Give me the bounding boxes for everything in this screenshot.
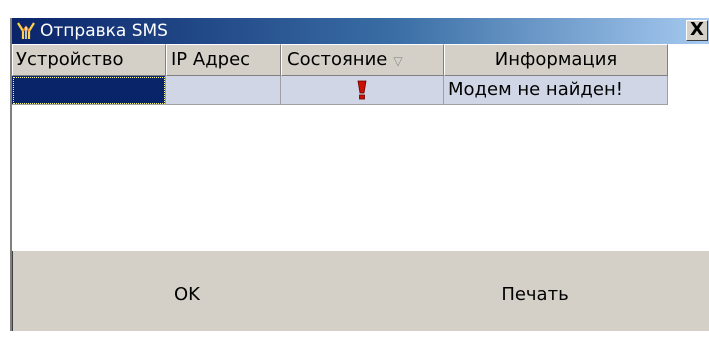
- print-button[interactable]: Печать: [361, 251, 709, 331]
- error-icon: [357, 80, 367, 100]
- column-label: Состояние: [287, 49, 388, 70]
- table-header: Устройство IP Адрес Состояние ▽ Информаци…: [12, 44, 709, 76]
- column-header-status[interactable]: Состояние ▽: [281, 44, 444, 76]
- window-title: Отправка SMS: [40, 21, 168, 41]
- devices-table[interactable]: Устройство IP Адрес Состояние ▽ Информаци…: [12, 44, 709, 251]
- column-label: Информация: [494, 49, 618, 70]
- column-header-info[interactable]: Информация: [444, 44, 668, 76]
- cell-device[interactable]: [12, 76, 166, 105]
- cell-ip[interactable]: [166, 76, 281, 105]
- cell-info[interactable]: Модем не найден!: [444, 76, 668, 105]
- button-panel: OK Печать: [13, 251, 709, 331]
- sort-down-icon: ▽: [393, 54, 403, 68]
- cell-status[interactable]: [281, 76, 444, 105]
- column-header-ip[interactable]: IP Адрес: [166, 44, 281, 76]
- column-header-device[interactable]: Устройство: [12, 44, 166, 76]
- table-row[interactable]: Модем не найден!: [12, 76, 668, 105]
- ok-button[interactable]: OK: [13, 251, 361, 331]
- column-label: Устройство: [16, 49, 124, 70]
- sms-window: Отправка SMS X Устройство IP Адрес Состо…: [0, 0, 709, 331]
- title-bar[interactable]: Отправка SMS X: [12, 18, 709, 44]
- column-label: IP Адрес: [171, 49, 251, 70]
- close-button[interactable]: X: [686, 20, 708, 41]
- app-icon: [16, 21, 36, 41]
